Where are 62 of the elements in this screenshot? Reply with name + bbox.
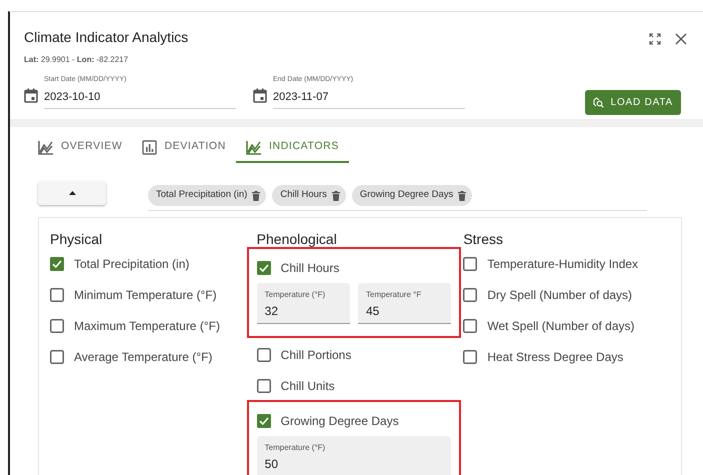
checkbox[interactable] (50, 318, 64, 332)
calendar-icon (253, 88, 267, 103)
filter-chip[interactable]: Total Precipitation (in) (148, 185, 266, 206)
line-chart-icon (246, 140, 262, 154)
checkbox-label: Total Precipitation (in) (74, 256, 190, 272)
chip-label: Total Precipitation (in) (156, 188, 248, 202)
filter-chip[interactable]: Growing Degree Days (352, 185, 472, 206)
field-label: Temperature °F (366, 289, 422, 301)
group-heading: Phenological (256, 231, 338, 247)
field-label: Temperature (°F) (264, 442, 326, 454)
field-value: 50 (264, 456, 280, 473)
chip-label: Growing Degree Days (360, 188, 454, 202)
tab[interactable]: OVERVIEW (28, 133, 132, 163)
checkbox[interactable] (256, 378, 271, 392)
field-value: 45 (366, 303, 380, 320)
dialog-title: Climate Indicator Analytics (24, 28, 188, 47)
temperature-field[interactable]: Temperature (°F) 32 (256, 283, 350, 324)
checkbox-label: Wet Spell (Number of days) (487, 318, 634, 334)
tab[interactable]: DEVIATION (132, 133, 236, 163)
temperature-field[interactable]: Temperature (°F) 50 (256, 436, 452, 475)
line-chart-icon (38, 140, 54, 154)
group-heading: Stress (463, 231, 504, 247)
tab[interactable]: INDICATORS (236, 133, 350, 163)
checkbox-label: Temperature-Humidity Index (487, 256, 638, 272)
trash-icon[interactable] (458, 190, 466, 200)
checkbox[interactable] (463, 350, 478, 364)
checkbox[interactable] (50, 288, 64, 302)
checkbox[interactable] (463, 256, 478, 270)
chip-label: Chill Hours (280, 188, 327, 202)
checkbox-label: Chill Units (280, 378, 335, 394)
close-icon[interactable] (675, 33, 687, 45)
expand-icon[interactable] (649, 33, 661, 45)
checkbox-label: Minimum Temperature (°F) (74, 286, 217, 304)
field-value: 2023-11-07 (273, 90, 330, 104)
checkbox-label: Growing Degree Days (280, 412, 399, 430)
search-icon (592, 97, 604, 108)
coordinates-text: Lat: 29.9901 - Lon: -82.2217 (24, 54, 130, 66)
checkbox-label: Average Temperature (°F) (74, 348, 212, 366)
checkbox-label: Chill Portions (280, 346, 352, 364)
group-heading: Physical (50, 231, 104, 247)
field-value: 32 (264, 303, 280, 320)
temperature-field[interactable]: Temperature °F 45 (358, 283, 452, 324)
checkbox[interactable] (50, 256, 64, 270)
checkbox[interactable] (50, 350, 64, 364)
checkbox-label: Maximum Temperature (°F) (74, 318, 220, 334)
checkbox-label: Chill Hours (280, 260, 340, 276)
trash-icon[interactable] (252, 190, 260, 200)
field-value: 2023-10-10 (44, 90, 102, 104)
bar-chart-icon (142, 140, 158, 154)
load-data-button[interactable]: LOAD DATA (584, 90, 681, 115)
checkbox[interactable] (463, 288, 478, 302)
checkbox[interactable] (463, 318, 478, 332)
checkbox-label: Dry Spell (Number of days) (487, 286, 632, 304)
checkbox[interactable] (256, 414, 271, 428)
caret-up-icon (68, 191, 76, 195)
checkbox[interactable] (256, 348, 271, 362)
trash-icon[interactable] (332, 190, 340, 200)
field-label: Temperature (°F) (264, 289, 326, 301)
calendar-icon (24, 88, 38, 103)
filter-chip[interactable]: Chill Hours (272, 185, 346, 206)
checkbox-label: Heat Stress Degree Days (487, 348, 624, 366)
checkbox[interactable] (256, 260, 271, 274)
